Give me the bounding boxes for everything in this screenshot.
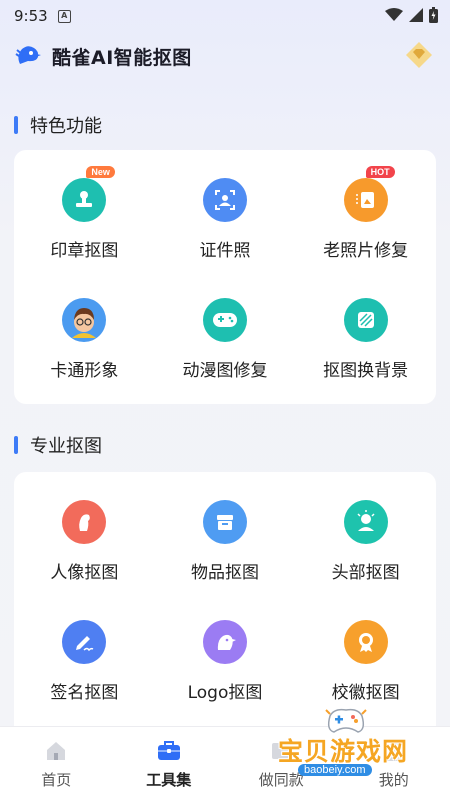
- hot-badge: HOT: [365, 166, 395, 178]
- tab-home[interactable]: 首页: [0, 727, 113, 800]
- battery-icon: [429, 7, 438, 23]
- pro-card: 人像抠图 物品抠图 头部抠图 签名抠图 Logo抠图 校徽抠图: [14, 472, 436, 742]
- pro-title: 专业抠图: [30, 436, 102, 457]
- tool-logo-cutout[interactable]: Logo抠图: [155, 592, 296, 712]
- badge-icon: [343, 620, 388, 664]
- tool-school-badge-cutout[interactable]: 校徽抠图: [295, 592, 436, 712]
- app-logo-icon: [15, 46, 41, 64]
- tool-label: 证件照: [199, 241, 251, 261]
- featured-card: New 印章抠图 证件照 HOT 老照片修复 卡通形象 动漫图修复 抠图换背景: [14, 150, 436, 404]
- tab-label: 工具集: [146, 771, 192, 789]
- portrait-icon: [62, 500, 107, 544]
- id-photo-icon: [202, 178, 247, 222]
- tool-seal-cutout[interactable]: New 印章抠图: [14, 150, 155, 270]
- tool-label: 签名抠图: [50, 683, 119, 703]
- home-icon: [47, 742, 66, 760]
- signal-icon: [409, 8, 423, 22]
- app-title: 酷雀AI智能抠图: [52, 46, 192, 69]
- tool-label: 卡通形象: [50, 361, 119, 381]
- tool-object-cutout[interactable]: 物品抠图: [155, 472, 296, 592]
- sim-icon: A: [57, 9, 71, 23]
- section-accent-bar: [14, 436, 18, 454]
- seal-icon: New: [62, 166, 115, 222]
- watermark: 宝贝游戏网 baobeiy.com: [268, 706, 448, 796]
- tab-toolset[interactable]: 工具集: [113, 727, 226, 800]
- tool-anime-restore[interactable]: 动漫图修复: [155, 270, 296, 390]
- watermark-title: 宝贝游戏网: [278, 737, 409, 766]
- tool-portrait-cutout[interactable]: 人像抠图: [14, 472, 155, 592]
- section-title-pro: 专业抠图: [14, 432, 102, 458]
- tool-head-cutout[interactable]: 头部抠图: [295, 472, 436, 592]
- tool-label: 老照片修复: [323, 241, 409, 261]
- tool-label: 物品抠图: [190, 563, 259, 583]
- app-header: 酷雀AI智能抠图: [0, 36, 450, 76]
- tool-label: 头部抠图: [331, 563, 400, 583]
- section-accent-bar: [14, 116, 18, 134]
- toolbox-icon: [157, 741, 180, 760]
- tool-label: 动漫图修复: [182, 361, 268, 381]
- vip-diamond-icon[interactable]: [404, 40, 434, 70]
- cartoon-avatar-icon: [62, 298, 107, 342]
- status-time: 9:53: [14, 7, 48, 25]
- wifi-icon: [385, 8, 403, 21]
- tool-id-photo[interactable]: 证件照: [155, 150, 296, 270]
- new-badge: New: [86, 166, 115, 178]
- gamepad-icon: [202, 298, 247, 342]
- section-title-featured: 特色功能: [14, 112, 102, 138]
- tool-signature-cutout[interactable]: 签名抠图: [14, 592, 155, 712]
- tab-label: 首页: [41, 771, 72, 789]
- tool-label: 印章抠图: [50, 241, 119, 261]
- featured-title: 特色功能: [30, 116, 102, 137]
- head-icon: [343, 500, 388, 544]
- tool-old-photo-restore[interactable]: HOT 老照片修复: [295, 150, 436, 270]
- background-replace-icon: [343, 298, 388, 342]
- status-bar: 9:53 A: [0, 0, 450, 32]
- tool-background-replace[interactable]: 抠图换背景: [295, 270, 436, 390]
- tool-label: 抠图换背景: [323, 361, 409, 381]
- bird-logo-icon: [202, 620, 247, 664]
- pen-icon: [62, 620, 107, 664]
- box-icon: [202, 500, 247, 544]
- old-photo-icon: HOT: [343, 166, 395, 222]
- tool-label: Logo抠图: [187, 683, 263, 703]
- tool-cartoon-avatar[interactable]: 卡通形象: [14, 270, 155, 390]
- watermark-url: baobeiy.com: [298, 764, 372, 776]
- tool-label: 人像抠图: [50, 563, 119, 583]
- tool-label: 校徽抠图: [331, 683, 400, 703]
